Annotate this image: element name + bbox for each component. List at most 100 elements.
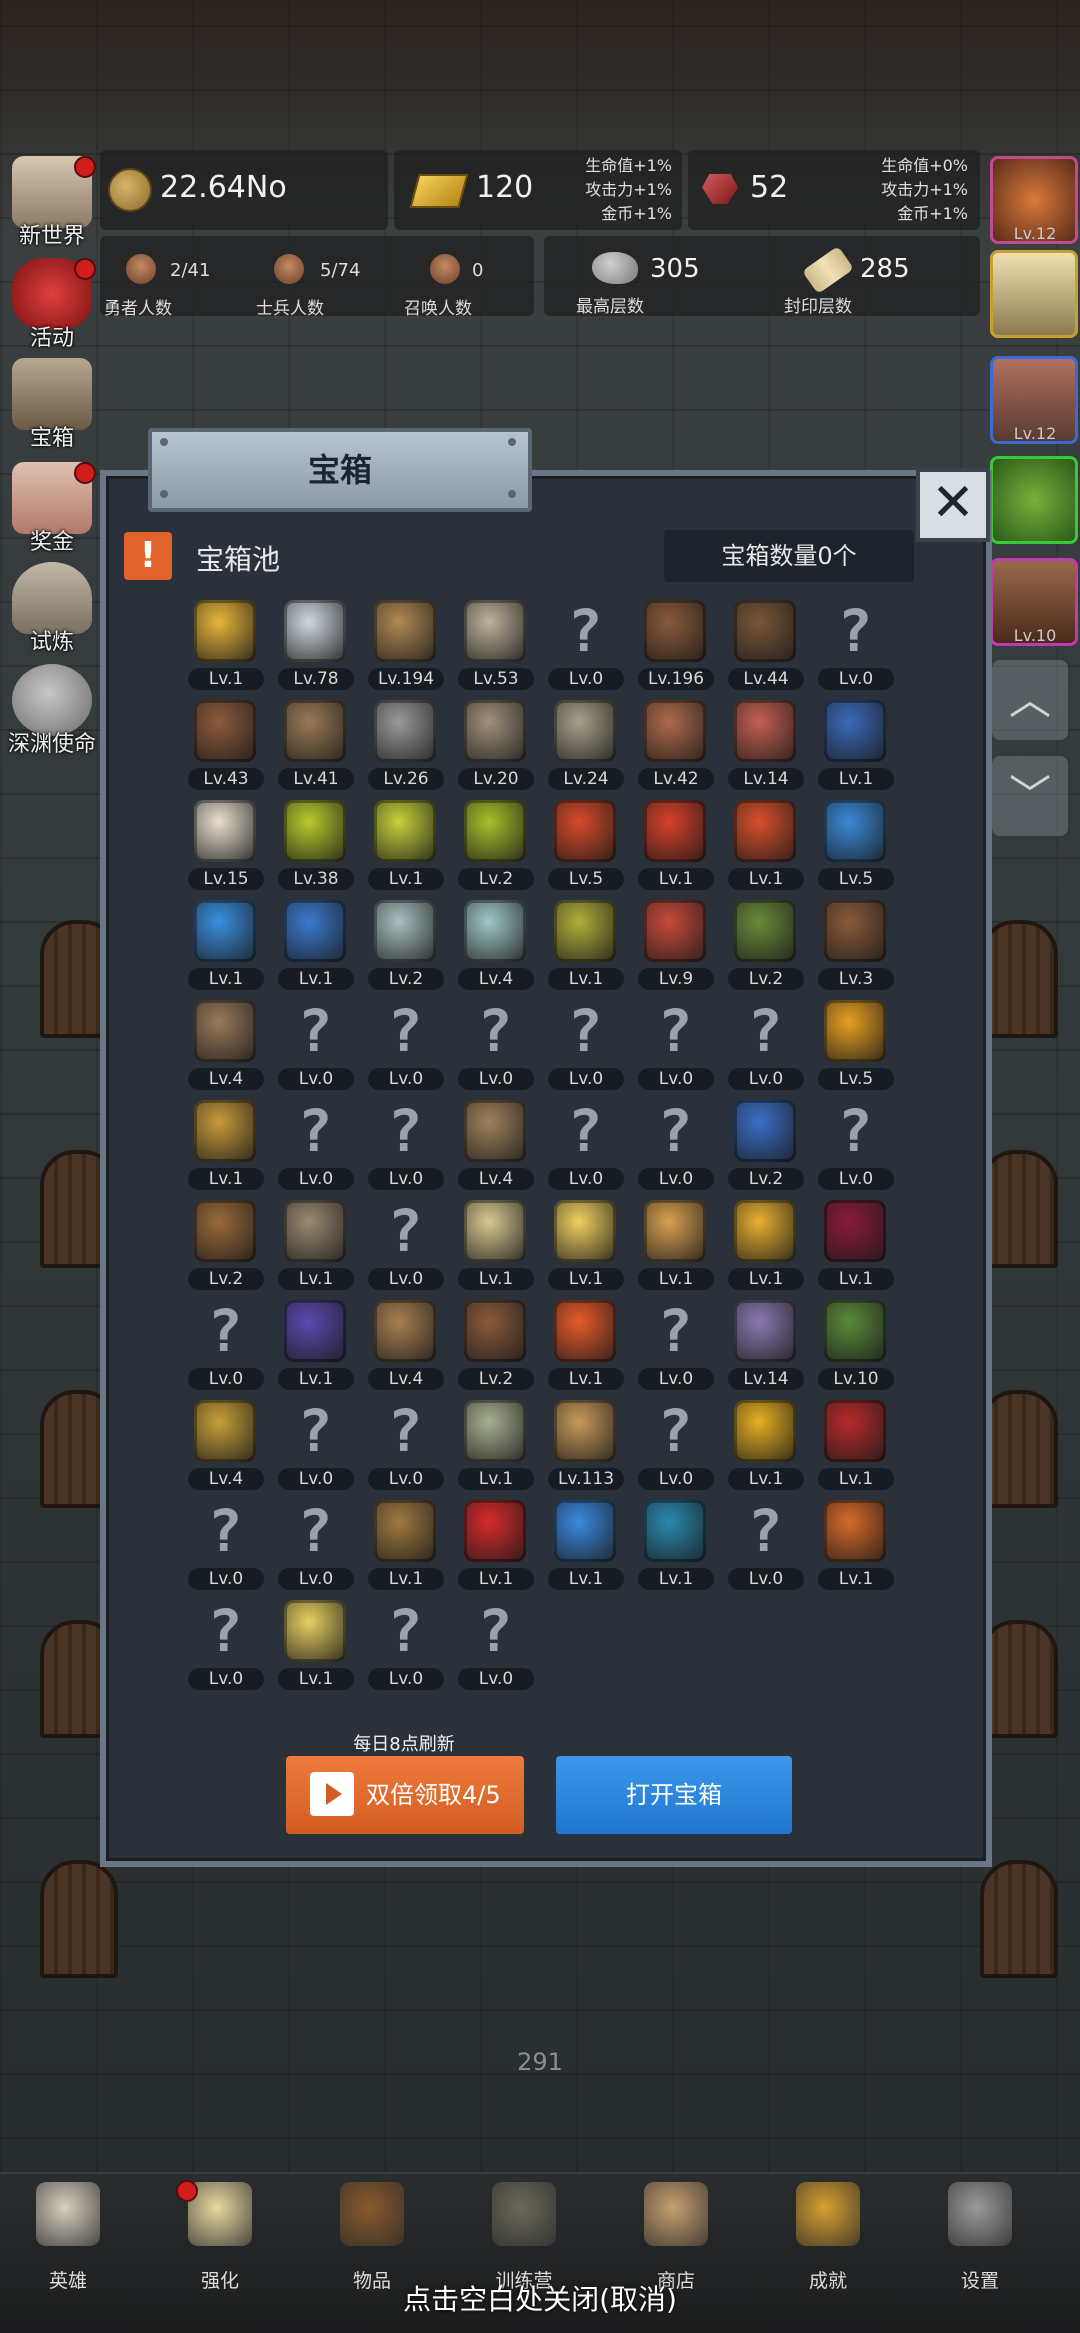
chest-item[interactable]: Lv.0 [274,996,354,1092]
chest-item[interactable]: Lv.14 [724,1296,804,1392]
chest-item[interactable]: Lv.4 [364,1296,444,1392]
chest-item[interactable]: Lv.1 [364,796,444,892]
chest-item[interactable]: Lv.1 [184,896,264,992]
chest-item[interactable]: Lv.0 [364,996,444,1092]
chest-item[interactable]: Lv.1 [454,1196,534,1292]
chest-item[interactable]: Lv.1 [634,1196,714,1292]
chest-item[interactable]: Lv.2 [364,896,444,992]
chest-item[interactable]: Lv.0 [544,996,624,1092]
chest-item[interactable]: Lv.2 [724,896,804,992]
chest-item[interactable]: Lv.1 [814,1496,894,1592]
chest-item[interactable]: Lv.2 [454,1296,534,1392]
chest-item[interactable]: Lv.2 [454,796,534,892]
chest-item[interactable]: Lv.0 [364,1396,444,1492]
chest-item[interactable]: Lv.43 [184,696,264,792]
chest-item[interactable]: Lv.0 [364,1196,444,1292]
side-abyss-mission[interactable]: 深渊使命 [2,664,102,760]
nav-skull[interactable]: 英雄 [18,2174,118,2294]
side-new-world[interactable]: 新世界 [2,156,102,252]
scroll-up-button[interactable]: ︿ [992,660,1068,740]
chest-item[interactable]: Lv.1 [544,1196,624,1292]
chest-item[interactable]: Lv.4 [184,1396,264,1492]
chest-item[interactable]: Lv.0 [184,1596,264,1692]
chest-item[interactable]: Lv.0 [274,1496,354,1592]
chest-item[interactable]: Lv.42 [634,696,714,792]
chest-item[interactable]: Lv.0 [814,596,894,692]
slime-icon[interactable] [990,456,1078,544]
chest-item[interactable]: Lv.0 [544,1096,624,1192]
open-chest-button[interactable]: 打开宝箱 [556,1756,792,1834]
chest-item[interactable]: Lv.1 [634,796,714,892]
chest-item[interactable]: Lv.0 [274,1396,354,1492]
chest-item[interactable]: Lv.1 [274,1196,354,1292]
chest-item[interactable]: Lv.4 [454,896,534,992]
chest-item[interactable]: Lv.14 [724,696,804,792]
chest-item[interactable]: Lv.0 [274,1096,354,1192]
side-events[interactable]: 活动 [2,258,102,354]
chest-item[interactable]: Lv.196 [634,596,714,692]
chest-item[interactable]: Lv.1 [184,1096,264,1192]
chest-item[interactable]: Lv.0 [544,596,624,692]
chest-item[interactable]: Lv.5 [544,796,624,892]
chest-item[interactable]: Lv.78 [274,596,354,692]
chest-item[interactable]: Lv.5 [814,796,894,892]
chest-item[interactable]: Lv.0 [364,1096,444,1192]
chest-item[interactable]: Lv.1 [274,896,354,992]
chest-item[interactable]: Lv.3 [814,896,894,992]
chest-item[interactable]: Lv.1 [544,1296,624,1392]
side-bonus[interactable]: 奖金 [2,462,102,558]
chest-item[interactable]: Lv.113 [544,1396,624,1492]
chest-item[interactable]: Lv.0 [724,1496,804,1592]
side-chest[interactable]: 宝箱 [2,358,102,454]
chest-item[interactable]: Lv.20 [454,696,534,792]
chest-item[interactable]: Lv.1 [634,1496,714,1592]
nav-lantern[interactable]: 训练营 [474,2174,574,2294]
chest-item[interactable]: Lv.9 [634,896,714,992]
chest-item[interactable]: Lv.0 [364,1596,444,1692]
double-claim-button[interactable]: 双倍领取4/5 [286,1756,524,1834]
chest-item[interactable]: Lv.1 [454,1496,534,1592]
chest-item[interactable]: Lv.53 [454,596,534,692]
chest-item[interactable]: Lv.4 [454,1096,534,1192]
nav-candle[interactable]: 强化 [170,2174,270,2294]
chest-item[interactable]: Lv.0 [634,996,714,1092]
chest-item[interactable]: Lv.0 [634,1096,714,1192]
side-trial[interactable]: 试炼 [2,562,102,658]
chest-item[interactable]: Lv.1 [274,1296,354,1392]
chest-item[interactable]: Lv.1 [814,1196,894,1292]
chest-item[interactable]: Lv.1 [724,1196,804,1292]
chest-item[interactable]: Lv.0 [724,996,804,1092]
chest-item[interactable]: Lv.1 [184,596,264,692]
chest-item[interactable]: Lv.0 [184,1496,264,1592]
chest-item[interactable]: Lv.1 [544,1496,624,1592]
chest-item[interactable]: Lv.10 [814,1296,894,1392]
chest-item[interactable]: Lv.1 [274,1596,354,1692]
chest-item[interactable]: Lv.1 [454,1396,534,1492]
chest-item[interactable]: Lv.0 [634,1296,714,1392]
chest-item[interactable]: Lv.1 [724,1396,804,1492]
chest-item[interactable]: Lv.0 [454,996,534,1092]
chest-item[interactable]: Lv.1 [814,1396,894,1492]
chest-item[interactable]: Lv.5 [814,996,894,1092]
chest-item[interactable]: Lv.2 [724,1096,804,1192]
scroll-down-button[interactable]: ﹀ [992,756,1068,836]
chest-item[interactable]: Lv.0 [634,1396,714,1492]
chest-item[interactable]: Lv.4 [184,996,264,1092]
nav-key[interactable]: 成就 [778,2174,878,2294]
chest-item[interactable]: Lv.44 [724,596,804,692]
nav-mug[interactable]: 商店 [626,2174,726,2294]
chest-item[interactable]: Lv.1 [544,896,624,992]
chest-item[interactable]: Lv.1 [364,1496,444,1592]
chest-item[interactable]: Lv.0 [454,1596,534,1692]
chest-item[interactable]: Lv.24 [544,696,624,792]
close-button[interactable]: ✕ [916,468,990,542]
candle-icon[interactable] [990,250,1078,338]
nav-book[interactable]: 物品 [322,2174,422,2294]
chest-item[interactable]: Lv.15 [184,796,264,892]
chest-item[interactable]: Lv.26 [364,696,444,792]
chest-item[interactable]: Lv.38 [274,796,354,892]
chest-item[interactable]: Lv.2 [184,1196,264,1292]
chest-item[interactable]: Lv.194 [364,596,444,692]
chest-item[interactable]: Lv.41 [274,696,354,792]
chest-item[interactable]: Lv.1 [814,696,894,792]
